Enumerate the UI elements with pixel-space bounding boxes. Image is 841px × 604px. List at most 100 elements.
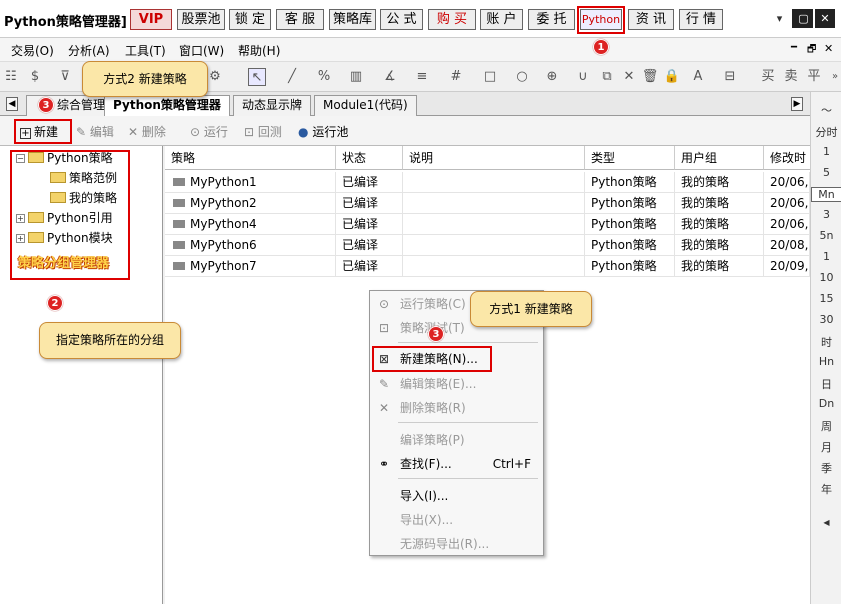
- percent-icon[interactable]: %: [315, 68, 333, 86]
- chart-line-icon[interactable]: 〜: [811, 102, 841, 118]
- tab-dynamic-board[interactable]: 动态显示牌: [233, 95, 312, 116]
- period-item[interactable]: 季: [811, 460, 841, 476]
- ctx-find[interactable]: ⚭ 查找(F)... Ctrl+F: [370, 453, 543, 475]
- period-item[interactable]: 年: [811, 481, 841, 497]
- lock-icon[interactable]: 🔒: [663, 68, 681, 86]
- period-item[interactable]: Dn: [811, 397, 841, 410]
- column-header-description[interactable]: 说明: [403, 146, 585, 170]
- period-item[interactable]: 日: [811, 376, 841, 392]
- line-icon[interactable]: ╱: [283, 68, 301, 86]
- tab-scroll-right-icon[interactable]: ▶: [791, 97, 803, 111]
- pointer-icon[interactable]: ↖: [248, 68, 266, 86]
- trash-icon[interactable]: 🗑: [641, 68, 659, 86]
- ellipse-icon[interactable]: ○: [513, 68, 531, 86]
- period-item[interactable]: 30: [811, 313, 841, 326]
- hash-icon[interactable]: #: [447, 68, 465, 86]
- angle-icon[interactable]: ∡: [381, 68, 399, 86]
- period-item[interactable]: 10: [811, 271, 841, 284]
- sell-glyph-icon[interactable]: 卖: [782, 68, 800, 86]
- run-pool-button[interactable]: ● 运行池: [298, 123, 348, 140]
- dollar-icon[interactable]: $: [26, 68, 44, 86]
- ctx-delete-strategy[interactable]: ✕ 删除策略(R): [370, 397, 543, 419]
- formula-button[interactable]: 公 式: [380, 9, 423, 30]
- column-header-type[interactable]: 类型: [585, 146, 675, 170]
- lock-button[interactable]: 锁 定: [229, 9, 271, 30]
- ctx-export-no-source[interactable]: 无源码导出(R)...: [370, 533, 543, 555]
- delete-strategy-button[interactable]: ✕ 删除: [128, 123, 166, 140]
- ctx-label: 删除策略(R): [400, 401, 466, 415]
- grid-icon[interactable]: ☷: [2, 68, 20, 86]
- table-row[interactable]: MyPython7 已编译 Python策略 我的策略 20/09,: [165, 256, 810, 277]
- edit-strategy-button[interactable]: ✎ 编辑: [76, 123, 114, 140]
- period-item[interactable]: 15: [811, 292, 841, 305]
- menu-trade[interactable]: 交易(O): [11, 42, 54, 59]
- order-button[interactable]: 委 托: [528, 9, 575, 30]
- table-row[interactable]: MyPython4 已编译 Python策略 我的策略 20/06,: [165, 214, 810, 235]
- delete-x-icon[interactable]: ✕: [620, 68, 638, 86]
- column-header-status[interactable]: 状态: [336, 146, 403, 170]
- filter-icon[interactable]: ⊽: [56, 68, 74, 86]
- flat-glyph-icon[interactable]: 平: [805, 68, 823, 86]
- ctx-export[interactable]: 导出(X)...: [370, 509, 543, 531]
- menu-analysis[interactable]: 分析(A): [68, 42, 110, 59]
- column-header-modified[interactable]: 修改时: [764, 146, 810, 170]
- stock-pool-button[interactable]: 股票池: [177, 9, 225, 30]
- period-item[interactable]: 周: [811, 418, 841, 434]
- period-item[interactable]: 1: [811, 145, 841, 158]
- buy-glyph-icon[interactable]: 买: [759, 68, 777, 86]
- news-button[interactable]: 资 讯: [628, 9, 674, 30]
- mdi-minimize-icon[interactable]: ━: [791, 42, 797, 53]
- table-row[interactable]: MyPython1 已编译 Python策略 我的策略 20/06,: [165, 172, 810, 193]
- maximize-button[interactable]: ▢: [794, 9, 813, 28]
- scroll-arrow-icon[interactable]: ◀: [811, 518, 841, 527]
- bars-icon[interactable]: ▥: [347, 68, 365, 86]
- magnet-icon[interactable]: ∪: [574, 68, 592, 86]
- ctx-label: 导出(X)...: [400, 513, 454, 527]
- table-row[interactable]: MyPython2 已编译 Python策略 我的策略 20/06,: [165, 193, 810, 214]
- period-item[interactable]: 5: [811, 166, 841, 179]
- mdi-close-icon[interactable]: ✕: [824, 42, 833, 55]
- table-row[interactable]: MyPython6 已编译 Python策略 我的策略 20/08,: [165, 235, 810, 256]
- close-button[interactable]: ✕: [815, 9, 835, 28]
- ctx-compile-strategy[interactable]: 编译策略(P): [370, 429, 543, 451]
- period-item[interactable]: 时: [811, 334, 841, 350]
- menu-window[interactable]: 窗口(W): [179, 42, 224, 59]
- account-button[interactable]: 账 户: [480, 9, 523, 30]
- gear-icon[interactable]: ⚙: [206, 68, 224, 86]
- circle-icon[interactable]: ⊕: [543, 68, 561, 86]
- period-item[interactable]: 5n: [811, 229, 841, 242]
- tab-python-manager[interactable]: Python策略管理器: [104, 95, 230, 117]
- rectangle-icon[interactable]: □: [481, 68, 499, 86]
- period-item[interactable]: 1: [811, 250, 841, 263]
- column-header-user-group[interactable]: 用户组: [675, 146, 764, 170]
- ctx-label: 编译策略(P): [400, 433, 465, 447]
- period-sidebar: 〜分时 1 5 Mn 3 5n 1 10 15 30 时 Hn 日 Dn 周月季年 ◀: [810, 92, 841, 604]
- period-item[interactable]: 月: [811, 439, 841, 455]
- save-icon[interactable]: ⊟: [721, 68, 739, 86]
- menu-help[interactable]: 帮助(H): [238, 42, 280, 59]
- backtest-button[interactable]: ⊡ 回测: [244, 123, 282, 140]
- run-strategy-button[interactable]: ⊙ 运行: [190, 123, 228, 140]
- period-item[interactable]: 3: [811, 208, 841, 221]
- period-item[interactable]: Mn: [811, 187, 841, 202]
- ctx-import[interactable]: 导入(I)...: [370, 485, 543, 507]
- period-item[interactable]: Hn: [811, 355, 841, 368]
- text-color-icon[interactable]: A: [689, 68, 707, 86]
- ctx-edit-strategy[interactable]: ✎ 编辑策略(E)...: [370, 373, 543, 395]
- tab-module1[interactable]: Module1(代码): [314, 95, 417, 116]
- strategy-lib-button[interactable]: 策略库: [329, 9, 376, 30]
- service-button[interactable]: 客 服: [276, 9, 324, 30]
- vip-button[interactable]: VIP: [130, 9, 172, 30]
- quote-button[interactable]: 行 情: [679, 9, 723, 30]
- levels-icon[interactable]: ≡: [413, 68, 431, 86]
- buy-button[interactable]: 购 买: [428, 9, 476, 30]
- ctx-label: 运行策略(C): [400, 297, 466, 311]
- toolbar-overflow-icon[interactable]: »: [826, 68, 841, 86]
- copy-icon[interactable]: ⧉: [598, 68, 616, 86]
- period-item[interactable]: 分时: [811, 124, 841, 140]
- column-header-strategy[interactable]: 策略: [165, 146, 336, 170]
- tab-scroll-left-icon[interactable]: ◀: [6, 97, 18, 111]
- mdi-restore-icon[interactable]: 🗗: [807, 42, 816, 59]
- dropdown-arrow-icon[interactable]: ▾: [770, 9, 789, 28]
- menu-tools[interactable]: 工具(T): [125, 42, 166, 59]
